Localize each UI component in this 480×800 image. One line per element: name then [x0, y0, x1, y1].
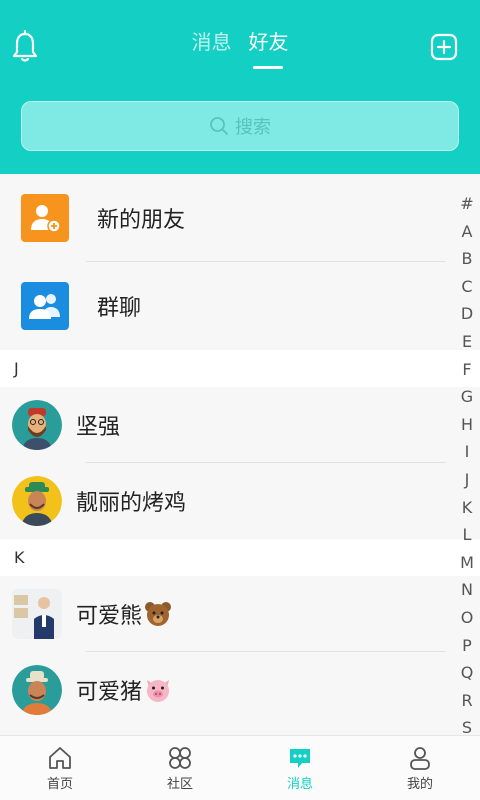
- nav-messages[interactable]: 消息: [240, 736, 360, 800]
- alphabet-index[interactable]: # A B C D E F G H I J K L M N O P Q R S: [458, 190, 476, 742]
- search-input[interactable]: 搜索: [21, 101, 459, 151]
- avatar: [12, 589, 62, 639]
- section-header-k: K: [0, 539, 480, 576]
- contact-row[interactable]: 可爱猪: [0, 652, 480, 728]
- alphabet-index-letter[interactable]: H: [458, 411, 476, 439]
- tab-friends[interactable]: 好友: [249, 26, 289, 55]
- nav-home[interactable]: 首页: [0, 736, 120, 800]
- new-friends-label: 新的朋友: [97, 208, 186, 233]
- active-tab-indicator: [253, 66, 283, 69]
- bear-face-icon: [145, 602, 172, 626]
- alphabet-index-letter[interactable]: A: [458, 218, 476, 246]
- header: 消息 好友 搜索: [0, 0, 480, 174]
- alphabet-index-letter[interactable]: M: [458, 549, 476, 577]
- nav-profile-label: 我的: [406, 776, 433, 792]
- alphabet-index-letter[interactable]: I: [458, 438, 476, 466]
- new-friends-row[interactable]: 新的朋友: [0, 174, 480, 262]
- avatar: [12, 400, 62, 450]
- nav-profile[interactable]: 我的: [360, 736, 480, 800]
- community-icon: [169, 746, 191, 769]
- alphabet-index-letter[interactable]: G: [458, 383, 476, 411]
- add-friend-icon: [21, 194, 69, 242]
- tab-bar: 消息 好友: [0, 26, 480, 55]
- search-placeholder: 搜索: [235, 117, 271, 138]
- alphabet-index-letter[interactable]: P: [458, 632, 476, 660]
- alphabet-index-letter[interactable]: O: [458, 604, 476, 632]
- alphabet-index-letter[interactable]: E: [458, 328, 476, 356]
- alphabet-index-letter[interactable]: K: [458, 494, 476, 522]
- nav-messages-label: 消息: [286, 776, 313, 792]
- search-icon: [210, 117, 228, 135]
- contact-name: 可爱猪: [76, 674, 172, 706]
- avatar: [12, 665, 62, 715]
- contact-name: 可爱熊: [76, 598, 172, 630]
- contact-name: 坚强: [76, 415, 121, 440]
- chat-bubble-icon: [290, 748, 310, 768]
- section-header-j: J: [0, 350, 480, 387]
- contact-row[interactable]: 靓丽的烤鸡: [0, 463, 480, 539]
- alphabet-index-letter[interactable]: L: [458, 521, 476, 549]
- contact-row[interactable]: 坚强: [0, 387, 480, 463]
- contact-name: 靓丽的烤鸡: [76, 491, 187, 516]
- nav-community-label: 社区: [166, 776, 193, 792]
- alphabet-index-letter[interactable]: C: [458, 273, 476, 301]
- home-icon: [49, 746, 71, 769]
- nav-home-label: 首页: [46, 776, 73, 792]
- nav-community[interactable]: 社区: [120, 736, 240, 800]
- pig-face-icon: [147, 680, 170, 702]
- alphabet-index-letter[interactable]: D: [458, 300, 476, 328]
- alphabet-index-letter[interactable]: B: [458, 245, 476, 273]
- bottom-nav: 首页 社区 消息 我的: [0, 735, 480, 800]
- group-chat-label: 群聊: [97, 296, 142, 321]
- alphabet-index-letter[interactable]: J: [458, 466, 476, 494]
- alphabet-index-letter[interactable]: #: [458, 190, 476, 218]
- avatar: [12, 476, 62, 526]
- tab-messages[interactable]: 消息: [191, 26, 231, 55]
- contact-list: 新的朋友 群聊 J 坚强 靓丽的烤鸡 K 可爱熊 可爱猪: [0, 174, 480, 728]
- profile-icon: [410, 746, 430, 770]
- alphabet-index-letter[interactable]: Q: [458, 659, 476, 687]
- alphabet-index-letter[interactable]: F: [458, 356, 476, 384]
- group-chat-icon: [21, 282, 69, 330]
- alphabet-index-letter[interactable]: R: [458, 687, 476, 715]
- group-chat-row[interactable]: 群聊: [0, 262, 480, 350]
- contact-row[interactable]: 可爱熊: [0, 576, 480, 652]
- alphabet-index-letter[interactable]: N: [458, 576, 476, 604]
- plus-square-icon[interactable]: [429, 32, 459, 62]
